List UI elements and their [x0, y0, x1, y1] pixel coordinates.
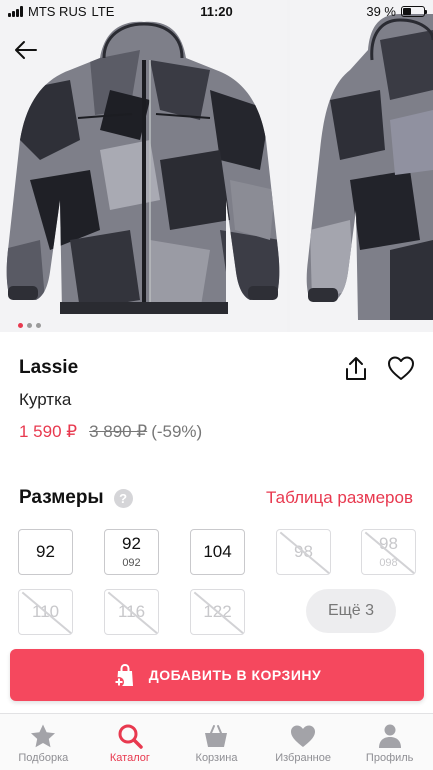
sizes-heading: Размеры ?: [19, 487, 133, 509]
product-photo-next[interactable]: [290, 0, 433, 332]
add-to-cart-label: ДОБАВИТЬ В КОРЗИНУ: [148, 667, 322, 683]
add-to-cart-button[interactable]: ДОБАВИТЬ В КОРЗИНУ: [10, 649, 424, 701]
size-option[interactable]: 92 092: [104, 529, 159, 575]
size-value: 110: [31, 601, 60, 621]
size-value: 92: [122, 534, 141, 554]
tab-label: Подборка: [18, 752, 69, 764]
pagination-dot: [18, 323, 23, 328]
heart-outline-icon: [388, 356, 414, 380]
product-brand: Lassie: [19, 357, 79, 378]
size-value: 98: [294, 541, 313, 561]
size-code: 098: [379, 556, 398, 569]
tab-label: Профиль: [365, 752, 414, 764]
status-right: 39 %: [366, 4, 427, 19]
price-current: 1 590 ₽: [19, 422, 78, 441]
tab-selection[interactable]: Подборка: [0, 714, 87, 770]
more-sizes-button[interactable]: Ещё 3: [306, 589, 396, 633]
gallery-pagination: [18, 323, 41, 328]
tab-catalog[interactable]: Каталог: [87, 714, 174, 770]
price-discount: (-59%): [151, 422, 203, 441]
share-button[interactable]: [342, 355, 370, 383]
status-bar: MTS RUS LTE 11:20 39 %: [0, 0, 433, 24]
share-icon: [346, 357, 366, 380]
battery-percent: 39 %: [366, 4, 396, 19]
size-option: 122: [190, 589, 245, 635]
size-value: 92: [36, 541, 55, 561]
product-type: Куртка: [19, 390, 72, 409]
battery-icon: [401, 6, 427, 17]
arrow-left-icon: [15, 41, 37, 59]
basket-icon: [205, 725, 228, 747]
tab-bar: Подборка Каталог Корзина Избранное Профи…: [0, 713, 433, 770]
jacket-back-image: [306, 14, 433, 320]
bag-plus-icon: [113, 663, 133, 687]
size-option: 116: [104, 589, 159, 635]
tab-label: Каталог: [109, 752, 150, 764]
price-row: 1 590 ₽ 3 890 ₽ (-59%): [19, 422, 202, 442]
pagination-dot: [36, 323, 41, 328]
heart-icon: [291, 725, 316, 747]
search-icon: [118, 724, 143, 749]
tab-favorites[interactable]: Избранное: [260, 714, 347, 770]
price-old: 3 890 ₽: [89, 422, 148, 441]
sizes-title: Размеры: [19, 487, 104, 508]
tab-profile[interactable]: Профиль: [346, 714, 433, 770]
product-photo-main[interactable]: [0, 0, 287, 332]
size-code: 092: [122, 556, 141, 569]
size-value: 104: [203, 541, 232, 561]
tab-cart[interactable]: Корзина: [173, 714, 260, 770]
jacket-front-image: [6, 21, 280, 314]
help-icon[interactable]: ?: [113, 488, 133, 508]
size-value: 116: [117, 601, 146, 621]
size-value: 98: [379, 534, 398, 554]
back-button[interactable]: [10, 34, 42, 66]
product-gallery[interactable]: [0, 0, 433, 332]
star-icon: [31, 724, 56, 748]
size-chart-link[interactable]: Таблица размеров: [266, 488, 413, 508]
size-value: 122: [203, 601, 232, 621]
size-option[interactable]: 104: [190, 529, 245, 575]
tab-label: Корзина: [195, 752, 238, 764]
favorite-button[interactable]: [386, 354, 416, 382]
battery-level: [403, 8, 411, 15]
size-option: 98 098: [361, 529, 416, 575]
size-option[interactable]: 92: [18, 529, 73, 575]
size-option: 98: [276, 529, 331, 575]
person-icon: [378, 724, 401, 748]
tab-label: Избранное: [275, 752, 331, 764]
pagination-dot: [27, 323, 32, 328]
size-option: 110: [18, 589, 73, 635]
